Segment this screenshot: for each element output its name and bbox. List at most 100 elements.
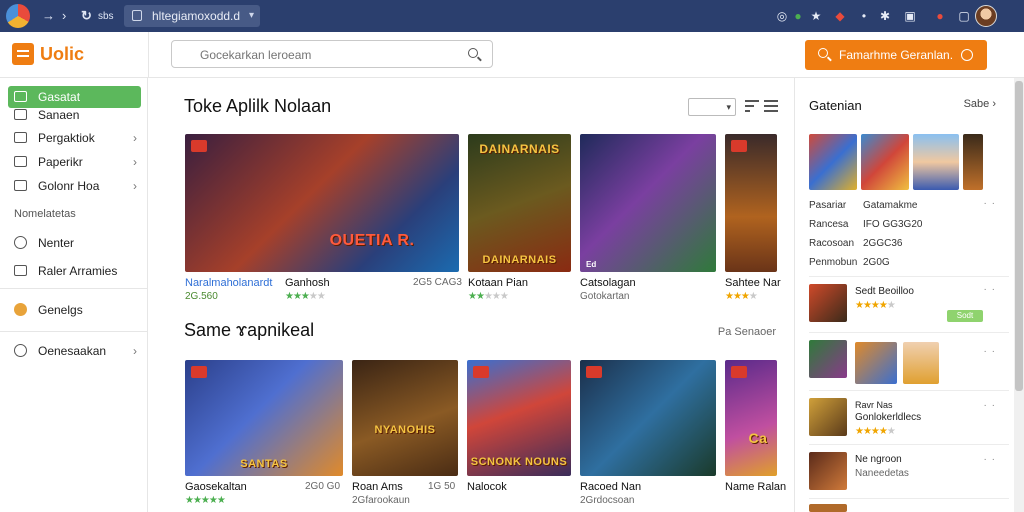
- home-icon: [14, 91, 27, 102]
- app-thumbnail[interactable]: SANTAS: [185, 360, 343, 476]
- sidebar-item-label: Pergaktiok: [38, 131, 95, 145]
- shield-icon[interactable]: ◎: [774, 8, 790, 24]
- chevron-right-icon: ›: [133, 344, 137, 358]
- app-name[interactable]: Name Ralan: [725, 481, 786, 493]
- app-name[interactable]: Roan Ams: [352, 481, 403, 493]
- screenshot-thumbnail[interactable]: [809, 134, 857, 190]
- app-card[interactable]: Sahtee Nar ★★★★: [725, 134, 781, 306]
- reload-icon[interactable]: ↻: [81, 8, 92, 24]
- sidebar-item-user[interactable]: Nenter: [8, 232, 141, 254]
- related-app-thumbnail[interactable]: [809, 284, 847, 322]
- app-thumbnail[interactable]: Ca: [725, 360, 777, 476]
- page-scrollbar[interactable]: [1014, 78, 1024, 512]
- screenshot-thumbnail[interactable]: [861, 134, 909, 190]
- related-app-thumbnail[interactable]: [809, 398, 847, 436]
- app-name[interactable]: Gaosekaltan: [185, 481, 247, 493]
- sort-icon[interactable]: [745, 100, 759, 112]
- app-card[interactable]: Ed Catsolagan Gotokartan: [580, 134, 716, 306]
- chevron-down-icon: ▾: [726, 102, 731, 112]
- app-name[interactable]: Catsolagan: [580, 277, 636, 289]
- settings-icon[interactable]: •: [856, 8, 872, 24]
- star-icon[interactable]: ★: [808, 8, 824, 24]
- app-logo-text[interactable]: Uolic: [40, 44, 84, 65]
- app-card[interactable]: SCNONK NOUNS Nalocok: [467, 360, 571, 510]
- screenshot-thumbnail[interactable]: [963, 134, 983, 190]
- address-bar[interactable]: hltegiamoxodd.d ▾: [124, 5, 260, 27]
- filter-select[interactable]: ▾: [688, 98, 736, 116]
- app-name[interactable]: Racoed Nan: [580, 481, 641, 493]
- app-thumbnail[interactable]: DAINARNAIS DAINARNAIS: [468, 134, 571, 272]
- app-name[interactable]: Sahtee Nar: [725, 277, 781, 289]
- sidebar-item-list[interactable]: Golonr Hoa ›: [8, 175, 141, 197]
- more-options-icon[interactable]: · ·: [984, 400, 996, 411]
- sale-badge-icon: [191, 366, 207, 378]
- list-view-icon[interactable]: [764, 100, 778, 112]
- app-secondary-name: Ganhosh: [285, 277, 330, 289]
- more-options-icon[interactable]: · ·: [984, 284, 996, 295]
- app-name[interactable]: Naralmaholanardt: [185, 277, 272, 289]
- scrollbar-thumb[interactable]: [1015, 81, 1023, 391]
- related-app-thumbnail[interactable]: [855, 342, 897, 384]
- sidebar-item-document[interactable]: Paperikr ›: [8, 151, 141, 173]
- alert-icon[interactable]: ●: [932, 8, 948, 24]
- related-app-thumbnail[interactable]: [903, 342, 939, 384]
- app-card[interactable]: Ca Name Ralan: [725, 360, 786, 510]
- related-app-thumbnail[interactable]: [809, 504, 847, 512]
- rating-stars: ★★★★★: [468, 291, 509, 302]
- app-size: 2G0 G0: [305, 481, 341, 492]
- search-input[interactable]: [200, 45, 460, 65]
- dropdown-icon[interactable]: ▾: [249, 5, 254, 27]
- browser-logo-icon[interactable]: [6, 4, 30, 28]
- profile-avatar[interactable]: [975, 5, 997, 27]
- app-thumbnail[interactable]: OUETIA R.: [185, 134, 459, 272]
- related-app-name[interactable]: Sedt Beoilloo: [855, 286, 914, 297]
- search-icon[interactable]: [468, 48, 478, 58]
- app-card[interactable]: NYANOHIS Roan Ams 1G 50 2Gfarookaun: [352, 360, 458, 510]
- rating-stars: ★★★★★: [855, 426, 896, 437]
- sidebar-item-grid[interactable]: Sanaen: [8, 104, 141, 126]
- related-app-thumbnail[interactable]: [809, 340, 847, 378]
- app-thumbnail[interactable]: Ed: [580, 134, 716, 272]
- more-options-icon[interactable]: · ·: [984, 454, 996, 465]
- more-options-icon[interactable]: · ·: [984, 198, 996, 209]
- forward-icon[interactable]: →: [42, 8, 55, 24]
- expand-icon[interactable]: ›: [62, 8, 66, 24]
- panel-more-link[interactable]: Sabe ›: [964, 98, 996, 110]
- tab-label-icon[interactable]: sbs: [98, 9, 114, 25]
- screenshot-thumbnail[interactable]: [913, 134, 959, 190]
- related-app-name[interactable]: Ne ngroon: [855, 454, 902, 465]
- app-name[interactable]: Kotaan Pian: [468, 277, 528, 289]
- window-icon[interactable]: ▢: [956, 8, 972, 24]
- sidebar-item-calendar[interactable]: Raler Arramies: [8, 260, 141, 282]
- sidebar-item-label: Raler Arramies: [38, 264, 118, 278]
- related-app-thumbnail[interactable]: [809, 452, 847, 490]
- more-options-icon[interactable]: · ·: [984, 346, 996, 357]
- app-card[interactable]: OUETIA R. Naralmaholanardt 2G.560 Ganhos…: [185, 134, 462, 306]
- sidebar-item-account[interactable]: Oenesaakan ›: [8, 340, 141, 362]
- address-text: hltegiamoxodd.d: [152, 9, 241, 23]
- app-thumbnail[interactable]: [725, 134, 777, 272]
- panel-title: Gatenian: [809, 98, 862, 113]
- see-more-link[interactable]: Pa Senaoer: [718, 326, 776, 338]
- app-thumbnail[interactable]: SCNONK NOUNS: [467, 360, 571, 476]
- sidebar-item-settings[interactable]: Genelgs: [8, 299, 141, 321]
- tabs-icon[interactable]: ▣: [902, 8, 918, 24]
- list-icon: [14, 180, 27, 191]
- primary-action-button[interactable]: Famarhme Geranlan.: [805, 40, 987, 70]
- panel-divider: [809, 276, 1009, 277]
- sale-badge-icon: [731, 366, 747, 378]
- app-name[interactable]: Nalocok: [467, 481, 507, 493]
- folder-icon: [14, 132, 27, 143]
- app-thumbnail[interactable]: NYANOHIS: [352, 360, 458, 476]
- search-bar[interactable]: [171, 40, 493, 68]
- related-app-name[interactable]: Gonlokerldlecs: [855, 412, 921, 423]
- record-icon[interactable]: ◆: [832, 8, 848, 24]
- app-thumbnail[interactable]: [580, 360, 716, 476]
- app-card[interactable]: DAINARNAIS DAINARNAIS Kotaan Pian ★★★★★: [468, 134, 571, 306]
- app-card[interactable]: Racoed Nan 2Grdocsoan: [580, 360, 716, 510]
- app-card[interactable]: SANTAS Gaosekaltan 2G0 G0 ★★★★★: [185, 360, 343, 510]
- extension-icon[interactable]: ✱: [877, 8, 893, 24]
- sidebar-item-folder[interactable]: Pergaktiok ›: [8, 127, 141, 149]
- app-logo-icon[interactable]: [12, 43, 34, 65]
- status-icon[interactable]: ●: [790, 8, 806, 24]
